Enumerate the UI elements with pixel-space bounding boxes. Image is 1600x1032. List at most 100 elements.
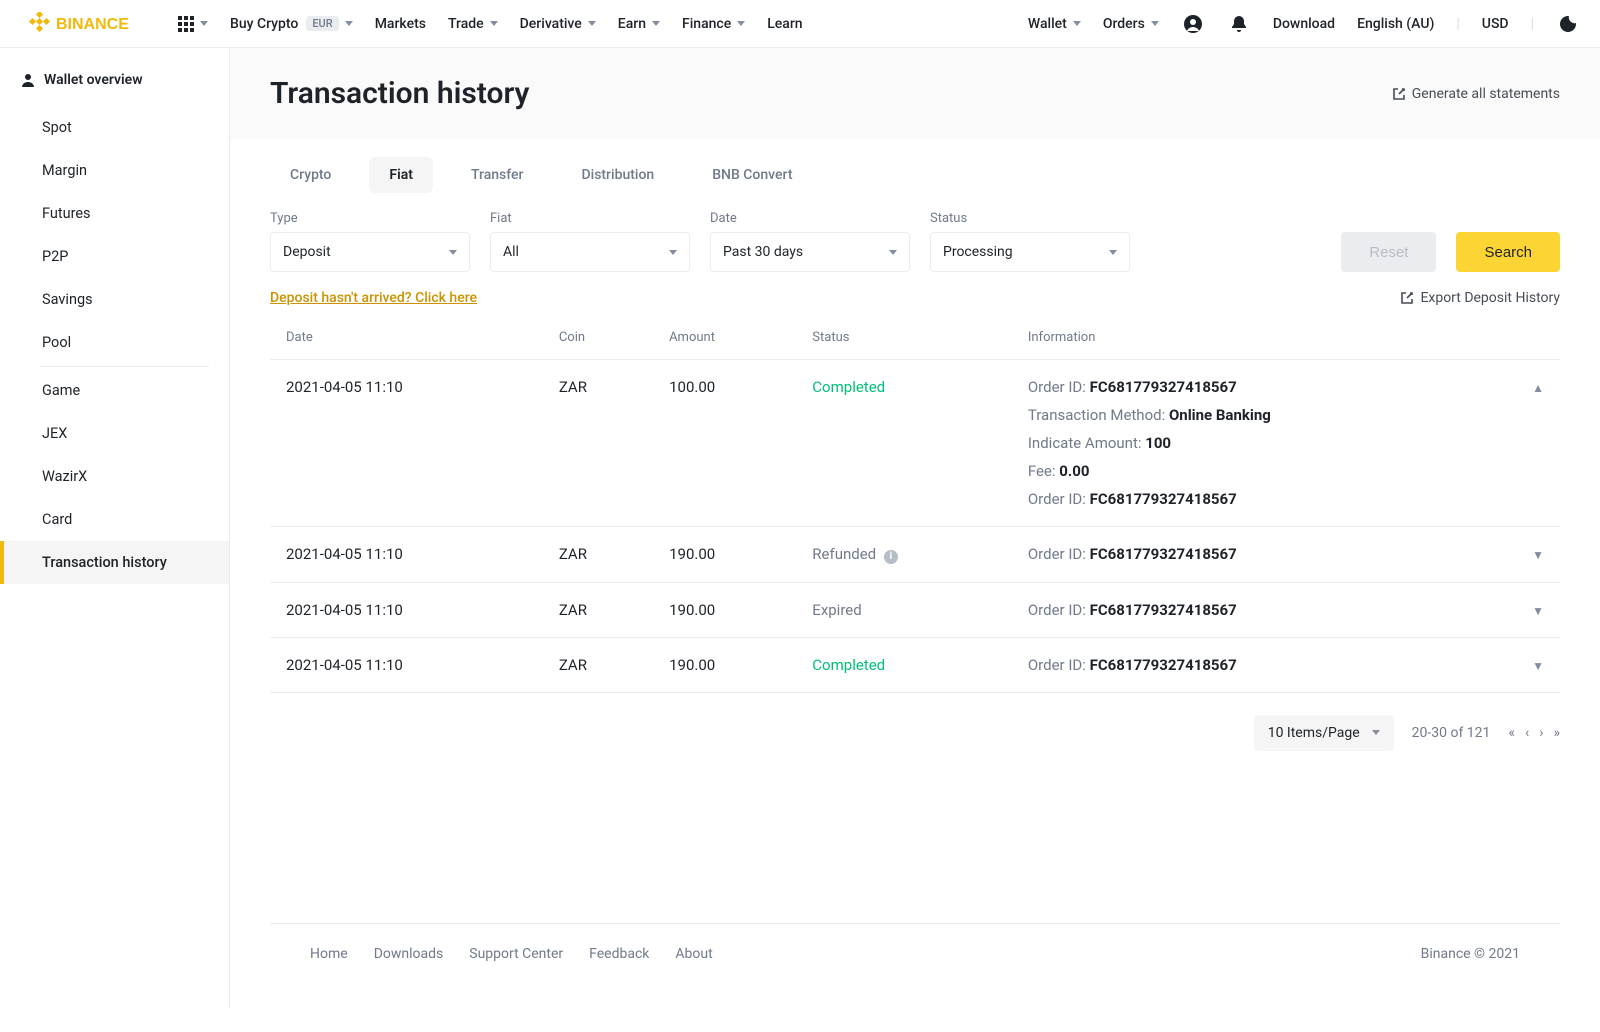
apps-menu[interactable] <box>178 16 208 32</box>
pager-next-icon[interactable]: › <box>1539 725 1543 741</box>
pager-last-icon[interactable]: » <box>1553 725 1560 741</box>
buy-crypto-badge: EUR <box>306 16 338 31</box>
nav-currency[interactable]: USD <box>1482 16 1509 32</box>
account-icon[interactable] <box>1181 12 1205 36</box>
chevron-up-icon[interactable]: ▲ <box>1532 381 1544 395</box>
cell-status: Refunded i <box>796 527 1012 583</box>
cell-info: Order ID: FC681779327418567 <box>1012 637 1516 692</box>
filter-fiat-select[interactable]: All <box>490 232 690 272</box>
page-title: Transaction history <box>270 76 529 111</box>
filter-date-select[interactable]: Past 30 days <box>710 232 910 272</box>
cell-status: Expired <box>796 582 1012 637</box>
chevron-down-icon[interactable]: ▼ <box>1532 548 1544 562</box>
sidebar-item[interactable]: WazirX <box>0 455 229 498</box>
items-per-page-select[interactable]: 10 Items/Page <box>1254 715 1394 751</box>
cell-amount: 190.00 <box>653 527 796 583</box>
footer-copyright: Binance © 2021 <box>1421 946 1520 962</box>
info-icon: i <box>884 550 898 564</box>
pager-first-icon[interactable]: « <box>1508 725 1515 741</box>
chevron-down-icon <box>889 250 897 255</box>
filter-date-label: Date <box>710 211 910 226</box>
sidebar-item[interactable]: Pool <box>0 321 229 364</box>
grid-icon <box>178 16 194 32</box>
sidebar-item[interactable]: Savings <box>0 278 229 321</box>
nav-trade[interactable]: Trade <box>448 16 498 32</box>
nav-markets[interactable]: Markets <box>375 16 426 32</box>
user-icon <box>20 72 36 88</box>
nav-orders[interactable]: Orders <box>1103 16 1159 32</box>
nav-language[interactable]: English (AU) <box>1357 16 1434 32</box>
cell-coin: ZAR <box>543 637 653 692</box>
th-coin: Coin <box>543 316 653 360</box>
chevron-down-icon <box>1151 21 1159 26</box>
cell-amount: 100.00 <box>653 360 796 527</box>
footer-link[interactable]: Home <box>310 946 348 962</box>
sidebar-item[interactable]: Card <box>0 498 229 541</box>
divider: | <box>1531 16 1534 32</box>
filter-fiat-label: Fiat <box>490 211 690 226</box>
cell-status: Completed <box>796 360 1012 527</box>
cell-info: Order ID: FC681779327418567 <box>1012 527 1516 583</box>
external-link-icon <box>1392 87 1406 101</box>
footer-link[interactable]: Support Center <box>469 946 563 962</box>
transactions-table: Date Coin Amount Status Information 2021… <box>270 316 1560 693</box>
th-status: Status <box>796 316 1012 360</box>
filter-type-select[interactable]: Deposit <box>270 232 470 272</box>
sidebar-item[interactable]: JEX <box>0 412 229 455</box>
sidebar-title[interactable]: Wallet overview <box>0 64 229 100</box>
cell-amount: 190.00 <box>653 637 796 692</box>
search-button[interactable]: Search <box>1456 232 1560 272</box>
export-history-link[interactable]: Export Deposit History <box>1400 290 1560 306</box>
nav-earn[interactable]: Earn <box>618 16 660 32</box>
sidebar-item[interactable]: Futures <box>0 192 229 235</box>
nav-derivative[interactable]: Derivative <box>520 16 596 32</box>
reset-button[interactable]: Reset <box>1341 232 1436 272</box>
brand-logo[interactable]: BINANCE <box>20 12 160 36</box>
footer-link[interactable]: Feedback <box>589 946 649 962</box>
nav-learn[interactable]: Learn <box>767 16 802 32</box>
generate-statements-link[interactable]: Generate all statements <box>1392 86 1560 102</box>
th-info: Information <box>1012 316 1516 360</box>
sidebar-item[interactable]: P2P <box>0 235 229 278</box>
sidebar-item[interactable]: Margin <box>0 149 229 192</box>
nav-download[interactable]: Download <box>1273 16 1335 32</box>
nav-finance[interactable]: Finance <box>682 16 745 32</box>
chevron-down-icon <box>200 21 208 26</box>
footer-link[interactable]: Downloads <box>374 946 444 962</box>
divider: | <box>1456 16 1459 32</box>
chevron-down-icon <box>490 21 498 26</box>
tab[interactable]: Crypto <box>270 157 351 193</box>
sidebar-item[interactable]: Game <box>0 369 229 412</box>
chevron-down-icon <box>669 250 677 255</box>
chevron-down-icon[interactable]: ▼ <box>1532 604 1544 618</box>
cell-coin: ZAR <box>543 582 653 637</box>
chevron-down-icon <box>1109 250 1117 255</box>
bell-icon[interactable] <box>1227 12 1251 36</box>
chevron-down-icon <box>449 250 457 255</box>
chevron-down-icon[interactable]: ▼ <box>1532 659 1544 673</box>
filter-status-select[interactable]: Processing <box>930 232 1130 272</box>
cell-info: Order ID: FC681779327418567Transaction M… <box>1012 360 1516 527</box>
sidebar-item[interactable]: Spot <box>0 106 229 149</box>
table-row: 2021-04-05 11:10 ZAR 190.00 Refunded i O… <box>270 527 1560 583</box>
tab[interactable]: Distribution <box>561 157 674 193</box>
pager-range: 20-30 of 121 <box>1412 725 1491 741</box>
chevron-down-icon <box>588 21 596 26</box>
table-row: 2021-04-05 11:10 ZAR 190.00 Expired Orde… <box>270 582 1560 637</box>
tab[interactable]: BNB Convert <box>692 157 812 193</box>
pager-prev-icon[interactable]: ‹ <box>1525 725 1529 741</box>
cell-coin: ZAR <box>543 360 653 527</box>
footer-link[interactable]: About <box>675 946 712 962</box>
svg-text:BINANCE: BINANCE <box>56 16 129 33</box>
tab[interactable]: Fiat <box>369 157 433 193</box>
cell-date: 2021-04-05 11:10 <box>270 637 543 692</box>
tab[interactable]: Transfer <box>451 157 544 193</box>
deposit-help-link[interactable]: Deposit hasn't arrived? Click here <box>270 290 477 306</box>
cell-amount: 190.00 <box>653 582 796 637</box>
nav-buy-crypto[interactable]: Buy Crypto EUR <box>230 16 353 32</box>
nav-wallet[interactable]: Wallet <box>1028 16 1081 32</box>
dark-mode-icon[interactable] <box>1556 12 1580 36</box>
sidebar-item[interactable]: Transaction history <box>0 541 229 584</box>
cell-info: Order ID: FC681779327418567 <box>1012 582 1516 637</box>
chevron-down-icon <box>737 21 745 26</box>
